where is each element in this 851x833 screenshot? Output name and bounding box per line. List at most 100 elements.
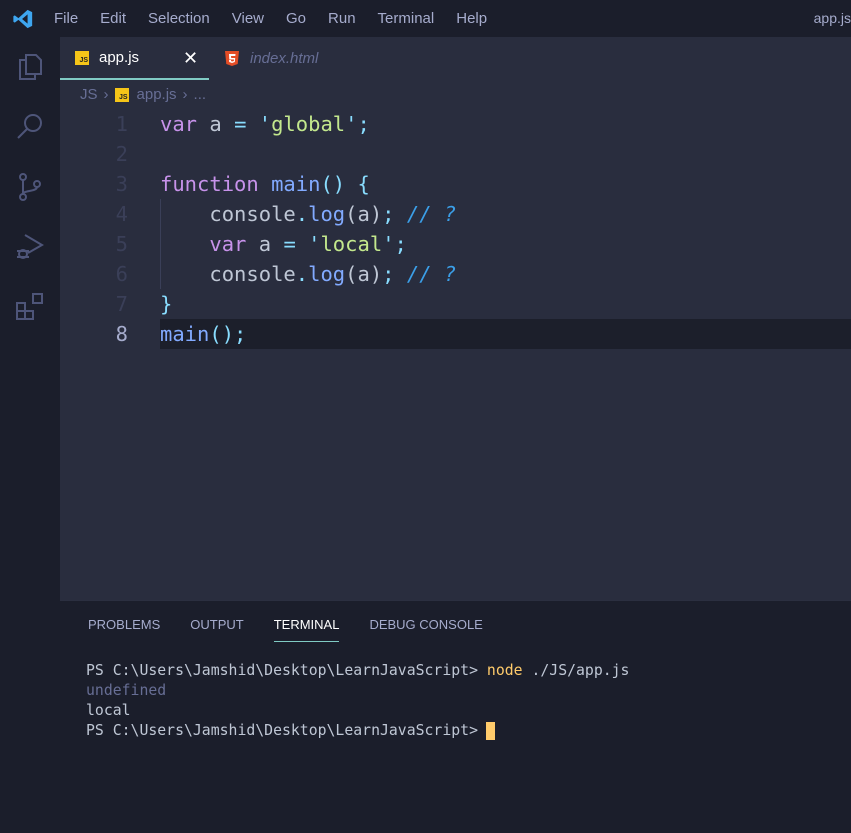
terminal-line: PS C:\Users\Jamshid\Desktop\LearnJavaScr…	[86, 661, 629, 681]
terminal-prompt: PS C:\Users\Jamshid\Desktop\LearnJavaScr…	[86, 722, 478, 739]
code-token: =	[283, 232, 296, 256]
chevron-right-icon: ›	[103, 86, 109, 103]
code-token: ;	[382, 202, 395, 226]
code-token: main	[271, 172, 321, 196]
run-debug-icon[interactable]	[14, 231, 46, 263]
menu-view[interactable]: View	[232, 10, 264, 27]
activity-bar	[0, 37, 60, 833]
code-text: console.log(a); // ?​	[160, 259, 851, 289]
tab-label: app.js	[99, 49, 140, 66]
code-line[interactable]: 5 var a = 'local';​	[60, 229, 851, 259]
code-token: {	[357, 172, 370, 196]
code-text: var a = 'global';​	[160, 109, 851, 139]
code-token: local	[320, 232, 383, 256]
js-file-icon: JS	[75, 50, 89, 65]
bottom-panel: PROBLEMS OUTPUT TERMINAL DEBUG CONSOLE P…	[60, 600, 851, 833]
code-token: ()	[320, 172, 346, 196]
code-line[interactable]: 1 var a = 'global';​	[60, 109, 851, 139]
menu-selection[interactable]: Selection	[148, 10, 210, 27]
menu-terminal[interactable]: Terminal	[378, 10, 435, 27]
line-number: 1	[115, 112, 128, 136]
terminal-output: local	[86, 702, 131, 719]
code-token: =	[234, 112, 247, 136]
code-text: var a = 'local';​	[160, 229, 851, 259]
line-number: 6	[115, 262, 128, 286]
tab-problems[interactable]: PROBLEMS	[88, 617, 160, 642]
terminal-command: node	[486, 662, 523, 679]
code-token: '	[308, 232, 321, 256]
code-text: }​	[160, 289, 851, 319]
code-token: log	[308, 262, 346, 286]
line-number: 2	[115, 142, 128, 166]
code-token: a	[197, 112, 235, 136]
tab-debug-console[interactable]: DEBUG CONSOLE	[369, 617, 482, 642]
breadcrumb: JS › JS app.js › ...	[80, 86, 206, 103]
tab-app-js[interactable]: JS app.js ✕	[60, 37, 209, 80]
js-file-icon: JS	[114, 87, 129, 102]
code-line[interactable]: 8 main();​	[60, 319, 851, 349]
code-token: ;	[357, 112, 370, 136]
menu-bar: File Edit Selection View Go Run Terminal…	[54, 10, 509, 27]
breadcrumb-more[interactable]: ...	[194, 86, 207, 103]
terminal-prompt: PS C:\Users\Jamshid\Desktop\LearnJavaScr…	[86, 662, 478, 679]
code-token: var	[160, 112, 198, 136]
code-token: .	[295, 262, 309, 286]
source-control-icon[interactable]	[14, 171, 46, 203]
breadcrumb-file[interactable]: app.js	[137, 86, 177, 103]
code-token: '	[345, 112, 358, 136]
close-icon[interactable]: ✕	[183, 48, 198, 69]
menu-run[interactable]: Run	[328, 10, 356, 27]
html5-icon	[225, 51, 239, 66]
code-token: (a)	[345, 262, 383, 286]
menu-file[interactable]: File	[54, 10, 78, 27]
window-title: app.js	[813, 10, 851, 26]
code-text: ​	[160, 139, 851, 169]
code-line[interactable]: 2​	[60, 139, 851, 169]
code-token: // ?	[406, 202, 457, 226]
code-editor[interactable]: 1var a = 'global';​2​3function main() {​…	[60, 109, 851, 349]
code-line[interactable]: 4 console.log(a); // ?​	[60, 199, 851, 229]
menu-help[interactable]: Help	[456, 10, 487, 27]
tab-terminal[interactable]: TERMINAL	[273, 617, 340, 642]
breadcrumb-folder[interactable]: JS	[80, 86, 98, 103]
code-token: ;	[394, 232, 407, 256]
code-token: '	[382, 232, 395, 256]
code-token: ;	[382, 262, 395, 286]
title-bar: File Edit Selection View Go Run Terminal…	[0, 0, 851, 37]
editor-tabs: JS app.js ✕ index.html	[60, 37, 851, 80]
tab-index-html[interactable]: index.html	[225, 37, 318, 80]
code-token: console	[160, 202, 296, 226]
search-icon[interactable]	[14, 111, 46, 143]
code-line[interactable]: 7}​	[60, 289, 851, 319]
code-token: ();	[209, 322, 247, 346]
code-token: var	[160, 232, 247, 256]
code-token: // ?	[406, 262, 457, 286]
menu-go[interactable]: Go	[286, 10, 306, 27]
terminal-cursor	[485, 722, 495, 740]
menu-edit[interactable]: Edit	[100, 10, 126, 27]
extensions-icon[interactable]	[14, 291, 46, 323]
terminal[interactable]: PS C:\Users\Jamshid\Desktop\LearnJavaScr…	[86, 661, 629, 741]
code-token: function	[160, 172, 259, 196]
code-token: console	[160, 262, 296, 286]
code-line[interactable]: 6 console.log(a); // ?​	[60, 259, 851, 289]
code-text: function main() {​	[160, 169, 851, 199]
code-token: a	[246, 232, 284, 256]
panel-tabs: PROBLEMS OUTPUT TERMINAL DEBUG CONSOLE	[88, 617, 513, 642]
code-token: .	[295, 202, 309, 226]
tab-output[interactable]: OUTPUT	[190, 617, 243, 642]
code-line[interactable]: 3 function main() {​	[60, 169, 851, 199]
code-text: main();​	[160, 319, 851, 349]
code-token: (a)	[345, 202, 383, 226]
explorer-icon[interactable]	[14, 51, 46, 83]
tab-label: index.html	[250, 50, 319, 67]
code-token: log	[308, 202, 346, 226]
code-text: console.log(a); // ?​	[160, 199, 851, 229]
code-token: '	[258, 112, 272, 136]
